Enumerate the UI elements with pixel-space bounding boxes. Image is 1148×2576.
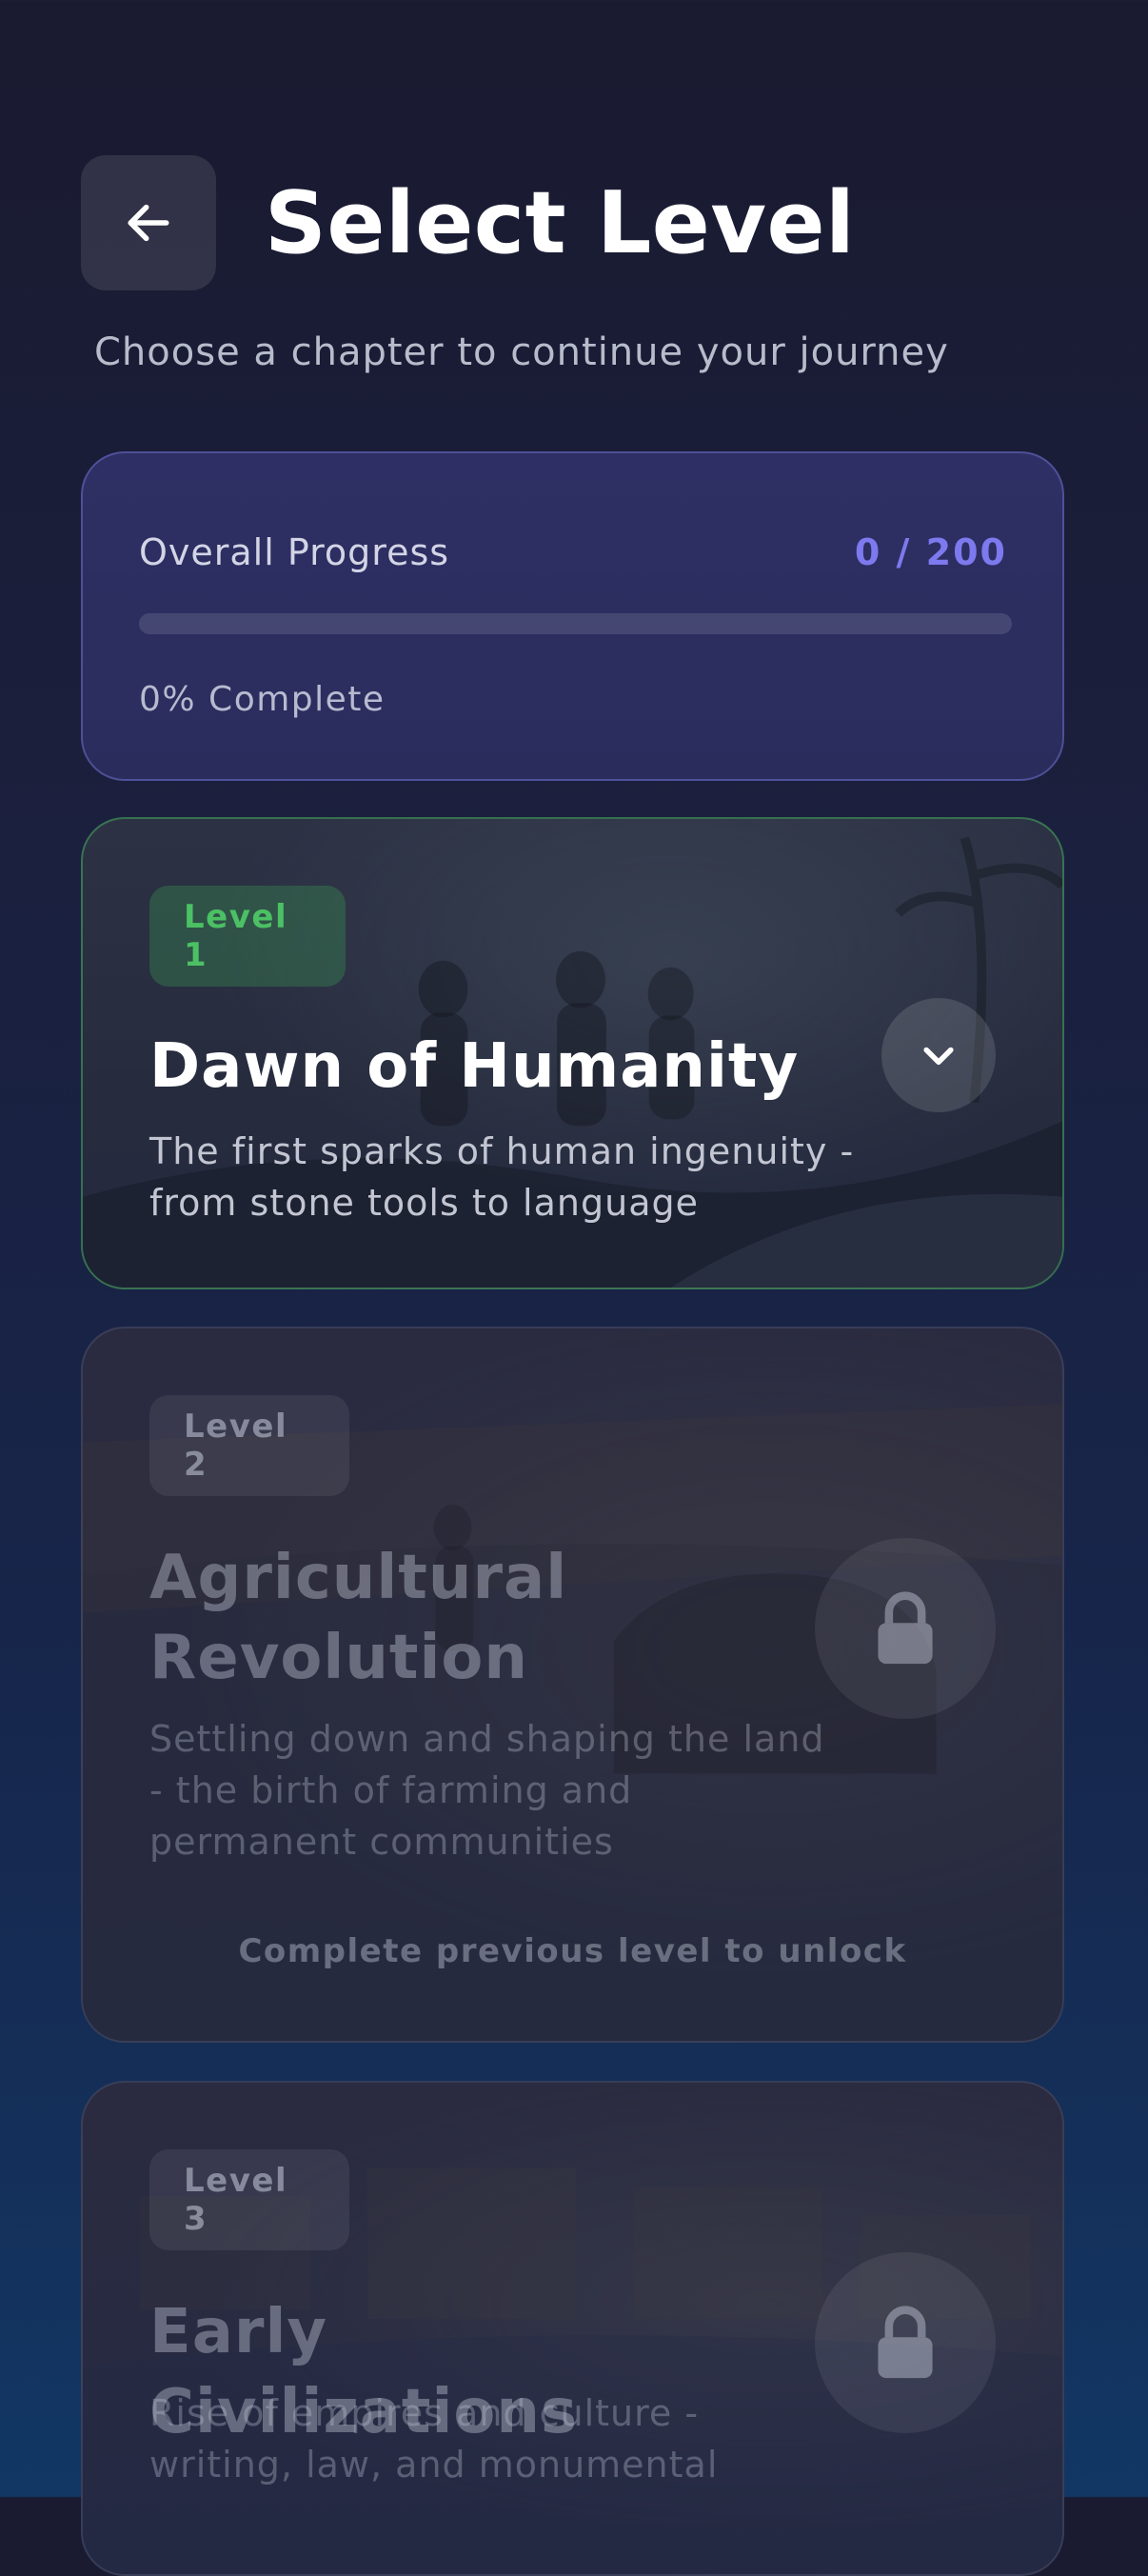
- back-button[interactable]: [81, 155, 216, 290]
- progress-bar: [139, 613, 1012, 634]
- lock-icon: [878, 2306, 933, 2379]
- level-title: Dawn of Humanity: [149, 1031, 800, 1102]
- chevron-down-icon: [923, 1047, 954, 1066]
- overall-progress-card: Overall Progress 0 / 200 0% Complete: [81, 451, 1064, 781]
- progress-label: Overall Progress: [139, 531, 450, 573]
- level-description: The first sparks of human ingenuity - fr…: [149, 1130, 855, 1224]
- unlock-hint: Complete previous level to unlock: [238, 1932, 907, 1970]
- level-card-3: Level 3 Early Civilizations Rise of empi…: [81, 2081, 1064, 2576]
- page-subtitle: Choose a chapter to continue your journe…: [94, 330, 949, 374]
- level-badge: Level 2: [149, 1395, 349, 1496]
- progress-count: 0 / 200: [854, 531, 1007, 573]
- level-description: Rise of empires and culture - writing, l…: [149, 2392, 719, 2486]
- lock-icon: [878, 1591, 933, 1665]
- level-description: Settling down and shaping the land - the…: [149, 1718, 825, 1863]
- page-title: Select Level: [265, 173, 856, 273]
- lock-indicator: [815, 1538, 996, 1719]
- lock-indicator: [815, 2252, 996, 2433]
- arrow-left-icon: [128, 204, 169, 242]
- progress-percent: 0% Complete: [139, 680, 386, 719]
- expand-button[interactable]: [881, 998, 996, 1112]
- level-card-1[interactable]: Level 1 Dawn of Humanity The first spark…: [81, 817, 1064, 1289]
- level-badge: Level 1: [149, 886, 346, 987]
- level-badge: Level 3: [149, 2149, 349, 2250]
- level-card-2: Level 2 Agricultural Revolution Settling…: [81, 1327, 1064, 2043]
- level-title: Agricultural Revolution: [149, 1543, 568, 1693]
